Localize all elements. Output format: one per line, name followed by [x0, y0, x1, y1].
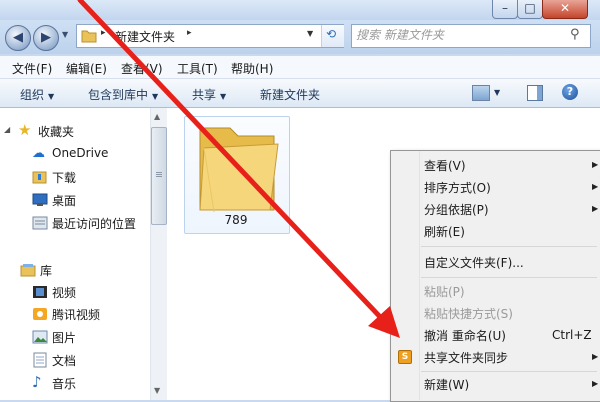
video-icon	[33, 286, 47, 298]
ctx-item-group-by[interactable]: 分组依据(P)	[424, 201, 489, 219]
scroll-up-icon[interactable]: ▲	[154, 112, 160, 121]
recent-places-icon	[32, 216, 48, 230]
include-in-library-button[interactable]: 包含到库中 ▼	[88, 86, 158, 103]
scroll-down-icon[interactable]: ▼	[154, 386, 160, 395]
submenu-arrow-icon: ▶	[592, 352, 599, 361]
menu-file[interactable]: 文件(F)	[12, 60, 52, 76]
maximize-button[interactable]: □	[517, 0, 543, 19]
close-button[interactable]: ✕	[542, 0, 588, 19]
search-box[interactable]: ⚲	[351, 24, 591, 48]
nav-scrollbar-thumb[interactable]	[151, 127, 167, 225]
library-icon	[20, 264, 36, 277]
pictures-icon	[32, 330, 48, 344]
organize-label: 组织	[20, 88, 45, 102]
search-input[interactable]	[352, 25, 570, 45]
folder-icon	[81, 30, 97, 43]
forward-button[interactable]: ▶	[33, 25, 59, 51]
nav-favorites-header[interactable]: ◢ ★ 收藏夹	[4, 120, 154, 142]
share-label: 共享	[192, 88, 217, 102]
dropdown-caret-icon: ▼	[152, 92, 159, 101]
submenu-arrow-icon: ▶	[592, 160, 599, 169]
menu-tools[interactable]: 工具(T)	[177, 60, 218, 76]
music-note-icon: ♪	[32, 373, 42, 391]
share-button[interactable]: 共享 ▼	[192, 86, 226, 103]
nav-favorites-label: 收藏夹	[38, 125, 75, 139]
ctx-shortcut: Ctrl+Z	[552, 328, 592, 342]
back-button[interactable]: ◀	[5, 25, 31, 51]
ctx-item-paste-shortcut[interactable]: 粘贴快捷方式(S)	[424, 305, 513, 323]
context-menu-separator	[421, 371, 597, 372]
nav-item-label: 文档	[52, 354, 77, 368]
new-folder-button[interactable]: 新建文件夹	[260, 86, 320, 103]
ctx-item-share-folder-sync[interactable]: 共享文件夹同步	[424, 349, 508, 367]
nav-item-label: 下载	[52, 171, 77, 185]
include-in-library-label: 包含到库中	[88, 88, 149, 102]
star-icon: ★	[18, 121, 32, 139]
recent-pages-chevron-icon[interactable]: ▼	[62, 30, 68, 39]
organize-button[interactable]: 组织 ▼	[20, 86, 54, 103]
menu-view[interactable]: 查看(V)	[121, 60, 163, 76]
nav-item-label: 音乐	[52, 377, 77, 391]
submenu-arrow-icon: ▶	[592, 204, 599, 213]
minimize-button[interactable]: –	[492, 0, 518, 19]
refresh-button[interactable]: ⟲	[321, 25, 344, 47]
ctx-item-customize-folder[interactable]: 自定义文件夹(F)...	[424, 254, 524, 272]
nav-item-label: 图片	[52, 331, 77, 345]
nav-libraries-header[interactable]: 库	[20, 259, 170, 281]
folder-label[interactable]: 789	[184, 213, 288, 227]
ctx-item-view[interactable]: 查看(V)	[424, 157, 466, 175]
cloud-icon: ☁	[32, 146, 45, 161]
downloads-folder-icon	[32, 171, 47, 184]
change-view-icon[interactable]	[472, 85, 490, 101]
nav-item-label: 最近访问的位置	[52, 217, 137, 231]
view-dropdown-icon[interactable]: ▼	[494, 88, 500, 97]
nav-libraries-label: 库	[40, 264, 53, 278]
tencent-video-icon	[33, 308, 47, 320]
ctx-item-undo-rename[interactable]: 撤消 重命名(U)	[424, 327, 506, 345]
breadcrumb-folder[interactable]: 新建文件夹	[115, 28, 175, 45]
menu-edit[interactable]: 编辑(E)	[66, 60, 107, 76]
context-menu-separator	[421, 246, 597, 247]
back-arrow-icon: ◀	[13, 30, 23, 45]
nav-item-label: 腾讯视频	[52, 308, 101, 322]
folder-icon	[199, 127, 279, 213]
address-bar[interactable]: ▸ 新建文件夹 ▸ ▼ ⟲	[76, 24, 344, 48]
ctx-item-sort-by[interactable]: 排序方式(O)	[424, 179, 491, 197]
nav-item-label: OneDrive	[52, 146, 109, 160]
ctx-item-new[interactable]: 新建(W)	[424, 376, 469, 394]
documents-icon	[33, 352, 47, 368]
desktop-icon	[32, 193, 48, 206]
address-dropdown-icon[interactable]: ▼	[307, 29, 313, 38]
sync-share-icon: S	[398, 350, 412, 364]
submenu-arrow-icon: ▶	[592, 182, 599, 191]
context-menu-separator	[421, 277, 597, 278]
breadcrumb-chevron-icon[interactable]: ▸	[187, 28, 192, 38]
dropdown-caret-icon: ▼	[220, 92, 227, 101]
submenu-arrow-icon: ▶	[592, 379, 599, 388]
help-icon[interactable]: ?	[562, 84, 578, 100]
nav-item-label: 视频	[52, 286, 77, 300]
nav-item-label: 桌面	[52, 194, 77, 208]
menu-help[interactable]: 帮助(H)	[231, 60, 273, 76]
refresh-icon: ⟲	[326, 27, 337, 41]
ctx-item-paste[interactable]: 粘贴(P)	[424, 283, 465, 301]
ctx-item-refresh[interactable]: 刷新(E)	[424, 223, 465, 241]
search-icon[interactable]: ⚲	[570, 27, 580, 42]
breadcrumb-chevron-icon[interactable]: ▸	[101, 28, 106, 38]
preview-pane-icon[interactable]	[527, 85, 543, 101]
dropdown-caret-icon: ▼	[48, 92, 55, 101]
forward-arrow-icon: ▶	[41, 30, 51, 45]
